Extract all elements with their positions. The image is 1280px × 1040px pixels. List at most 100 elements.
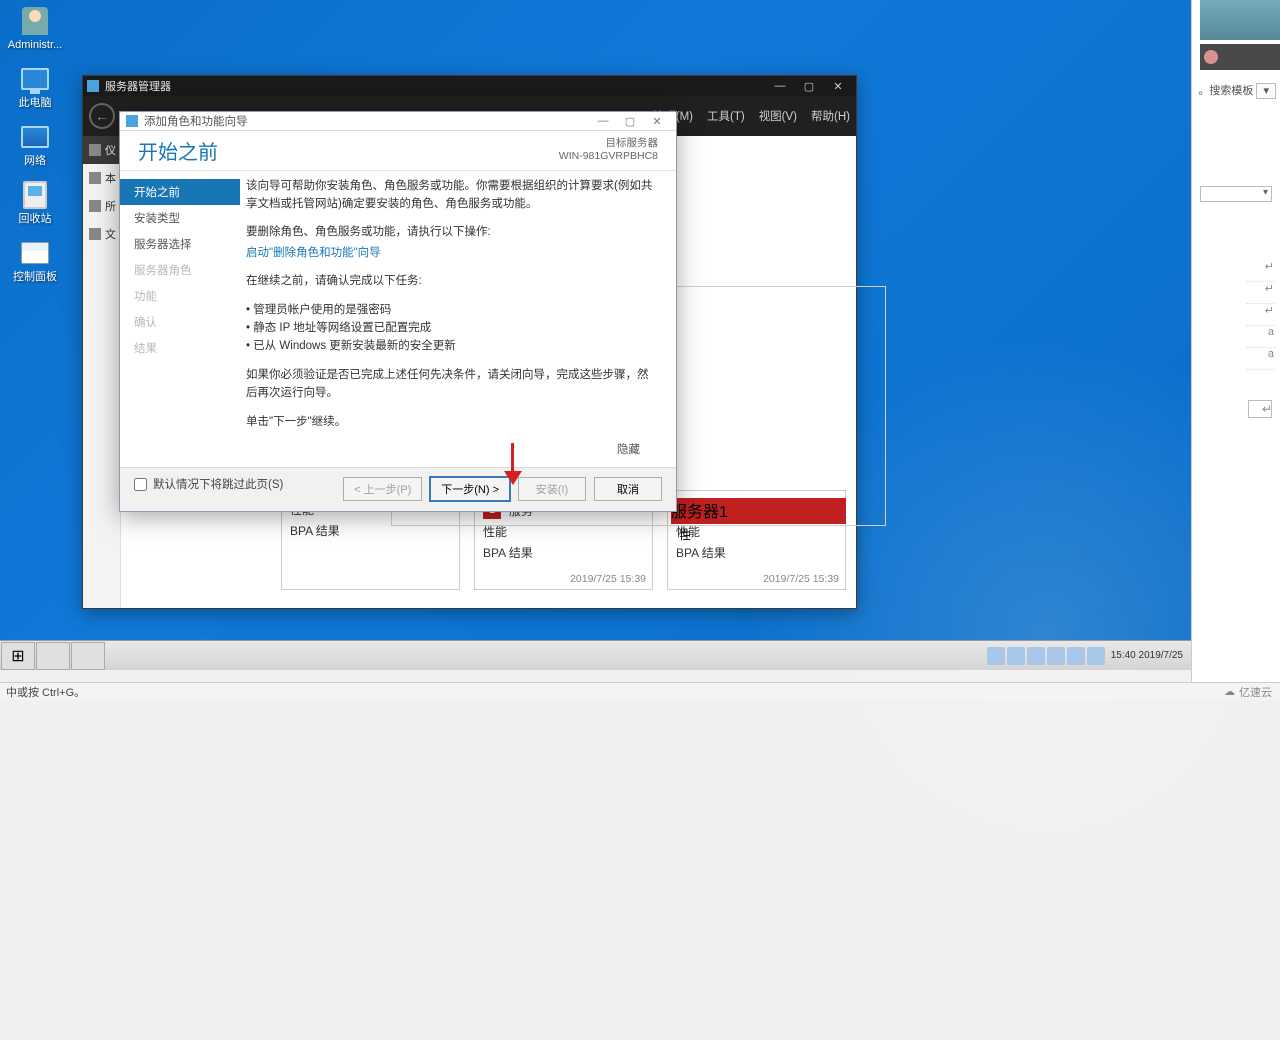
wizard-text: 单击"下一步"继续。 [246, 413, 658, 431]
prev-button: < 上一步(P) [343, 477, 422, 501]
desktop-icon-thispc[interactable]: 此电脑 [5, 61, 65, 111]
tray-icon[interactable] [1067, 647, 1085, 665]
tile-timestamp: 2019/7/25 15:39 [570, 573, 646, 585]
wizard-text: 如果你必须验证是否已完成上述任何先决条件，请关闭向导，完成这些步骤，然后再次运行… [246, 366, 658, 403]
sm-menu: 管理(M) 工具(T) 视图(V) 帮助(H) [653, 108, 850, 124]
add-roles-wizard: 添加角色和功能向导 — ▢ ✕ 开始之前 目标服务器 WIN-981GVRPBH… [119, 111, 677, 512]
arrow-icon: ↵ [1262, 402, 1276, 416]
tile-timestamp: 2019/7/25 15:39 [763, 573, 839, 585]
menu-help[interactable]: 帮助(H) [811, 108, 850, 124]
user-badge[interactable] [1200, 44, 1280, 70]
thumbnail [1200, 0, 1280, 40]
wizard-destination: 目标服务器 WIN-981GVRPBHC8 [559, 137, 658, 164]
tray-icon[interactable] [1027, 647, 1045, 665]
install-button: 安装(I) [518, 477, 586, 501]
dashboard-icon [89, 144, 101, 156]
maximize-button[interactable]: ▢ [795, 77, 823, 95]
desktop-icon-recycle[interactable]: 回收站 [5, 177, 65, 227]
checklist-item: 管理员帐户使用的是强密码 [246, 301, 658, 319]
wizard-checklist: 管理员帐户使用的是强密码 静态 IP 地址等网络设置已配置完成 已从 Windo… [246, 301, 658, 356]
wizard-header: 开始之前 目标服务器 WIN-981GVRPBHC8 [120, 131, 676, 171]
tile-row: BPA 结果 [483, 542, 644, 563]
icon-label: 控制面板 [13, 271, 57, 283]
taskbar-clock[interactable]: 15:40 2019/7/25 [1107, 650, 1187, 661]
checklist-item: 静态 IP 地址等网络设置已配置完成 [246, 319, 658, 337]
dropdown[interactable] [1200, 186, 1272, 202]
close-button[interactable]: ✕ [644, 112, 670, 130]
pc-icon [21, 68, 49, 90]
recycle-icon [23, 181, 47, 209]
taskbar[interactable]: ⊞ 15:40 2019/7/25 [0, 640, 1191, 670]
sidebar-item[interactable]: 文 [83, 220, 120, 248]
minimize-button[interactable]: — [766, 77, 794, 95]
annotation-arrow [504, 443, 522, 485]
step-install-type[interactable]: 安装类型 [120, 205, 240, 231]
icon-label: 此电脑 [19, 97, 52, 109]
list-item: a [1246, 348, 1276, 370]
sm-sidebar: 仪 本 所 文 [83, 136, 121, 608]
desktop-icon-admin[interactable]: Administr... [5, 3, 65, 53]
wizard-text: 要删除角色、角色服务或功能，请执行以下操作: [246, 223, 658, 241]
checkbox-label: 默认情况下将跳过此页(S) [153, 476, 283, 492]
tray-icon[interactable] [1007, 647, 1025, 665]
step-server-roles: 服务器角色 [120, 257, 240, 283]
sm-titlebar[interactable]: 服务器管理器 — ▢ ✕ [83, 76, 856, 96]
wizard-footer: 默认情况下将跳过此页(S) < 上一步(P) 下一步(N) > 安装(I) 取消 [120, 467, 676, 511]
wizard-steps: 开始之前 安装类型 服务器选择 服务器角色 功能 确认 结果 [120, 171, 240, 468]
step-before-begin[interactable]: 开始之前 [120, 179, 240, 205]
control-panel-icon [21, 242, 49, 264]
app-icon [126, 115, 138, 127]
step-results: 结果 [120, 335, 240, 361]
wizard-text: 该向导可帮助你安装角色、角色服务或功能。你需要根据组织的计算要求(例如共享文档或… [246, 177, 658, 214]
right-list: ↵ ↵ ↵ a a [1246, 260, 1276, 370]
sidebar-item[interactable]: 仪 [83, 136, 120, 164]
tray-icon[interactable] [1087, 647, 1105, 665]
icon-label: 回收站 [19, 213, 52, 225]
tray-icon[interactable] [1047, 647, 1065, 665]
close-button[interactable]: ✕ [824, 77, 852, 95]
right-panel: 。搜索模板 ▾ ↵ ↵ ↵ a a ↵ [1191, 0, 1280, 682]
remove-roles-link[interactable]: 启动"删除角色和功能"向导 [246, 247, 381, 259]
hide-link[interactable]: 隐藏 [246, 441, 658, 459]
list-item: ↵ [1246, 282, 1276, 304]
sidebar-item[interactable]: 所 [83, 192, 120, 220]
taskbar-app[interactable] [36, 642, 70, 670]
wizard-title: 添加角色和功能向导 [144, 113, 248, 129]
list-item: ↵ [1246, 304, 1276, 326]
skip-checkbox[interactable]: 默认情况下将跳过此页(S) [134, 476, 283, 492]
file-icon [89, 228, 101, 240]
tile-sub: 性 [671, 524, 846, 545]
skip-checkbox-input[interactable] [134, 478, 147, 491]
icon-label: Administr... [8, 39, 62, 51]
tray-icon[interactable] [987, 647, 1005, 665]
next-button[interactable]: 下一步(N) > [430, 477, 510, 501]
dropdown-icon[interactable]: ▾ [1256, 83, 1276, 99]
start-button[interactable]: ⊞ [1, 642, 35, 670]
menu-view[interactable]: 视图(V) [759, 108, 797, 124]
cancel-button[interactable]: 取消 [594, 477, 662, 501]
desktop-icon-network[interactable]: 网络 [5, 119, 65, 169]
icon-label: 网络 [24, 155, 46, 167]
wizard-heading: 开始之前 [138, 136, 218, 165]
status-text: 中或按 Ctrl+G。 [6, 684, 85, 700]
tile-row: BPA 结果 [676, 542, 837, 563]
search-templates: 。搜索模板 ▾ [1198, 82, 1276, 98]
step-confirm: 确认 [120, 309, 240, 335]
status-bar: 中或按 Ctrl+G。 ☁ 亿速云 [0, 682, 1280, 700]
server-icon [89, 172, 101, 184]
back-button[interactable]: ← [89, 103, 115, 129]
network-icon [21, 126, 49, 148]
list-item: ↵ [1246, 260, 1276, 282]
app-icon [87, 80, 99, 92]
brand-watermark: ☁ 亿速云 [1224, 684, 1272, 700]
step-server-select[interactable]: 服务器选择 [120, 231, 240, 257]
desktop-icon-control[interactable]: 控制面板 [5, 235, 65, 285]
system-tray: 15:40 2019/7/25 [987, 647, 1191, 665]
taskbar-app[interactable] [71, 642, 105, 670]
minimize-button[interactable]: — [590, 112, 616, 130]
wizard-text: 在继续之前，请确认完成以下任务: [246, 272, 658, 290]
wizard-titlebar[interactable]: 添加角色和功能向导 — ▢ ✕ [120, 112, 676, 131]
maximize-button[interactable]: ▢ [617, 112, 643, 130]
menu-tools[interactable]: 工具(T) [707, 108, 745, 124]
sidebar-item[interactable]: 本 [83, 164, 120, 192]
